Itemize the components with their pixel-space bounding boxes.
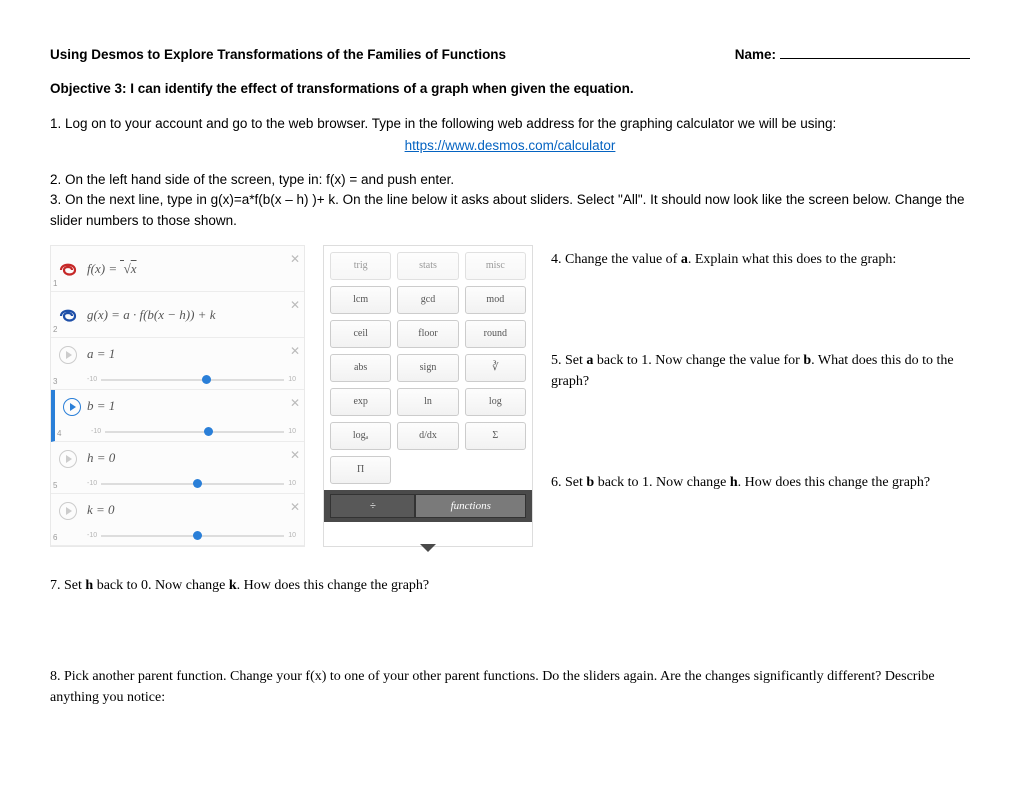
play-icon[interactable]	[57, 448, 79, 470]
graph-color-icon-red[interactable]	[57, 257, 79, 279]
exp-button[interactable]: exp	[330, 388, 391, 416]
slider-h-label: h = 0	[87, 448, 115, 468]
play-icon[interactable]	[57, 500, 79, 522]
question-6: 6. Set b back to 1. Now change h. How do…	[551, 472, 970, 493]
slider-k-label: k = 0	[87, 500, 115, 520]
sigma-button[interactable]: Σ	[465, 422, 526, 450]
slider-a-label: a = 1	[87, 344, 115, 364]
ceil-button[interactable]: ceil	[330, 320, 391, 348]
slider-row-a[interactable]: 3 a = 1 ✕ -10 10	[51, 338, 304, 390]
slider-row-h[interactable]: 5 h = 0 ✕ -10 10	[51, 442, 304, 494]
right-questions: 4. Change the value of a. Explain what t…	[551, 245, 970, 547]
question-7: 7. Set h back to 0. Now change k. How do…	[50, 575, 970, 596]
keypad-tabs: ÷ functions	[324, 490, 532, 522]
objective-text: Objective 3: I can identify the effect o…	[50, 79, 970, 99]
trig-button[interactable]: trig	[330, 252, 391, 280]
expression-row-1[interactable]: 1 f(x) = √x ✕	[51, 246, 304, 292]
slider-row-b[interactable]: 4 b = 1 ✕ -10 10	[51, 390, 304, 442]
step-1: 1. Log on to your account and go to the …	[50, 114, 970, 134]
document-title: Using Desmos to Explore Transformations …	[50, 45, 506, 65]
gcd-button[interactable]: gcd	[397, 286, 458, 314]
question-8: 8. Pick another parent function. Change …	[50, 666, 970, 708]
ddx-button[interactable]: d/dx	[397, 422, 458, 450]
calculator-expression-panel: 1 f(x) = √x ✕ 2 g(x) = a · f(b(x − h)) +…	[50, 245, 305, 547]
close-icon[interactable]: ✕	[290, 446, 300, 464]
play-icon[interactable]	[61, 396, 83, 418]
desmos-link[interactable]: https://www.desmos.com/calculator	[50, 136, 970, 156]
close-icon[interactable]: ✕	[290, 394, 300, 412]
close-icon[interactable]: ✕	[290, 342, 300, 360]
close-icon[interactable]: ✕	[290, 250, 300, 268]
step-3: 3. On the next line, type in g(x)=a*f(b(…	[50, 190, 970, 231]
lcm-button[interactable]: lcm	[330, 286, 391, 314]
close-icon[interactable]: ✕	[290, 296, 300, 314]
expression-row-2[interactable]: 2 g(x) = a · f(b(x − h)) + k ✕	[51, 292, 304, 338]
loga-button[interactable]: logₐ	[330, 422, 391, 450]
divide-tab[interactable]: ÷	[330, 494, 415, 518]
stats-button[interactable]: stats	[397, 252, 458, 280]
log-button[interactable]: log	[465, 388, 526, 416]
close-icon[interactable]: ✕	[290, 498, 300, 516]
pi-product-button[interactable]: Π	[330, 456, 391, 484]
misc-button[interactable]: misc	[465, 252, 526, 280]
graph-color-icon-blue[interactable]	[57, 303, 79, 325]
keypad-row-1: trig stats misc	[330, 252, 526, 280]
steps-2-3: 2. On the left hand side of the screen, …	[50, 170, 970, 231]
name-blank-line[interactable]	[780, 58, 970, 59]
expression-2-text: g(x) = a · f(b(x − h)) + k	[87, 305, 215, 325]
slider-h[interactable]: -10 10	[87, 479, 296, 489]
mod-button[interactable]: mod	[465, 286, 526, 314]
slider-a[interactable]: -10 10	[87, 375, 296, 385]
calculator-keypad: trig stats misc lcm gcd mod ceil floor r…	[323, 245, 533, 547]
floor-button[interactable]: floor	[397, 320, 458, 348]
heading-row: Using Desmos to Explore Transformations …	[50, 45, 970, 65]
figure-row: 1 f(x) = √x ✕ 2 g(x) = a · f(b(x − h)) +…	[50, 245, 970, 547]
expression-1-text: f(x) = √x	[87, 259, 137, 279]
slider-b[interactable]: -10 10	[91, 427, 296, 437]
cbrt-button[interactable]: ∛	[465, 354, 526, 382]
question-4: 4. Change the value of a. Explain what t…	[551, 249, 970, 270]
play-icon[interactable]	[57, 344, 79, 366]
slider-row-k[interactable]: 6 k = 0 ✕ -10 10	[51, 494, 304, 546]
step-2: 2. On the left hand side of the screen, …	[50, 170, 970, 190]
slider-b-label: b = 1	[87, 396, 115, 416]
sign-button[interactable]: sign	[397, 354, 458, 382]
round-button[interactable]: round	[465, 320, 526, 348]
name-field: Name:	[735, 45, 970, 65]
question-5: 5. Set a back to 1. Now change the value…	[551, 350, 970, 392]
abs-button[interactable]: abs	[330, 354, 391, 382]
ln-button[interactable]: ln	[397, 388, 458, 416]
slider-k[interactable]: -10 10	[87, 531, 296, 541]
functions-tab[interactable]: functions	[415, 494, 526, 518]
